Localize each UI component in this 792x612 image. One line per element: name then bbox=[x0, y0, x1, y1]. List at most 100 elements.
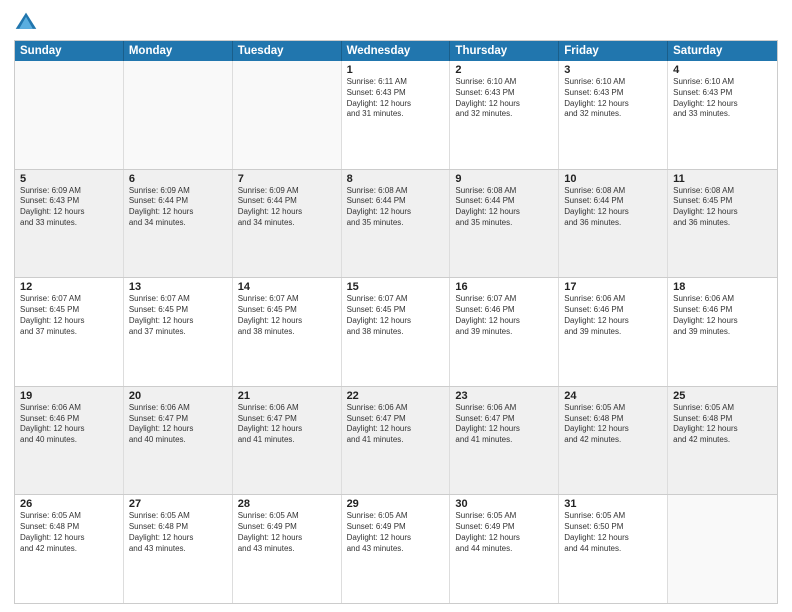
calendar-cell-empty bbox=[124, 61, 233, 169]
calendar-cell: 2Sunrise: 6:10 AM Sunset: 6:43 PM Daylig… bbox=[450, 61, 559, 169]
calendar-cell: 7Sunrise: 6:09 AM Sunset: 6:44 PM Daylig… bbox=[233, 170, 342, 278]
calendar-week-row: 5Sunrise: 6:09 AM Sunset: 6:43 PM Daylig… bbox=[15, 169, 777, 278]
day-info: Sunrise: 6:05 AM Sunset: 6:49 PM Dayligh… bbox=[455, 511, 553, 554]
day-info: Sunrise: 6:08 AM Sunset: 6:45 PM Dayligh… bbox=[673, 186, 772, 229]
calendar-cell: 9Sunrise: 6:08 AM Sunset: 6:44 PM Daylig… bbox=[450, 170, 559, 278]
day-info: Sunrise: 6:05 AM Sunset: 6:48 PM Dayligh… bbox=[20, 511, 118, 554]
calendar-cell: 25Sunrise: 6:05 AM Sunset: 6:48 PM Dayli… bbox=[668, 387, 777, 495]
day-info: Sunrise: 6:10 AM Sunset: 6:43 PM Dayligh… bbox=[564, 77, 662, 120]
calendar-header-cell: Wednesday bbox=[342, 41, 451, 61]
day-number: 18 bbox=[673, 281, 772, 293]
day-info: Sunrise: 6:08 AM Sunset: 6:44 PM Dayligh… bbox=[455, 186, 553, 229]
day-number: 16 bbox=[455, 281, 553, 293]
day-number: 10 bbox=[564, 173, 662, 185]
calendar-cell: 4Sunrise: 6:10 AM Sunset: 6:43 PM Daylig… bbox=[668, 61, 777, 169]
calendar-cell: 8Sunrise: 6:08 AM Sunset: 6:44 PM Daylig… bbox=[342, 170, 451, 278]
day-number: 30 bbox=[455, 498, 553, 510]
calendar-cell: 16Sunrise: 6:07 AM Sunset: 6:46 PM Dayli… bbox=[450, 278, 559, 386]
day-number: 24 bbox=[564, 390, 662, 402]
day-info: Sunrise: 6:06 AM Sunset: 6:47 PM Dayligh… bbox=[455, 403, 553, 446]
day-info: Sunrise: 6:05 AM Sunset: 6:49 PM Dayligh… bbox=[238, 511, 336, 554]
day-number: 12 bbox=[20, 281, 118, 293]
calendar-header-cell: Tuesday bbox=[233, 41, 342, 61]
day-number: 28 bbox=[238, 498, 336, 510]
day-number: 9 bbox=[455, 173, 553, 185]
day-info: Sunrise: 6:05 AM Sunset: 6:50 PM Dayligh… bbox=[564, 511, 662, 554]
calendar-header-cell: Saturday bbox=[668, 41, 777, 61]
calendar-week-row: 26Sunrise: 6:05 AM Sunset: 6:48 PM Dayli… bbox=[15, 494, 777, 603]
day-number: 22 bbox=[347, 390, 445, 402]
calendar-week-row: 1Sunrise: 6:11 AM Sunset: 6:43 PM Daylig… bbox=[15, 61, 777, 169]
day-info: Sunrise: 6:07 AM Sunset: 6:46 PM Dayligh… bbox=[455, 294, 553, 337]
calendar-cell: 10Sunrise: 6:08 AM Sunset: 6:44 PM Dayli… bbox=[559, 170, 668, 278]
calendar-cell: 27Sunrise: 6:05 AM Sunset: 6:48 PM Dayli… bbox=[124, 495, 233, 603]
day-number: 15 bbox=[347, 281, 445, 293]
day-number: 6 bbox=[129, 173, 227, 185]
calendar-header-cell: Sunday bbox=[15, 41, 124, 61]
page: SundayMondayTuesdayWednesdayThursdayFrid… bbox=[0, 0, 792, 612]
day-info: Sunrise: 6:08 AM Sunset: 6:44 PM Dayligh… bbox=[564, 186, 662, 229]
day-number: 11 bbox=[673, 173, 772, 185]
day-info: Sunrise: 6:07 AM Sunset: 6:45 PM Dayligh… bbox=[347, 294, 445, 337]
day-info: Sunrise: 6:06 AM Sunset: 6:46 PM Dayligh… bbox=[673, 294, 772, 337]
calendar-cell: 13Sunrise: 6:07 AM Sunset: 6:45 PM Dayli… bbox=[124, 278, 233, 386]
calendar-cell: 14Sunrise: 6:07 AM Sunset: 6:45 PM Dayli… bbox=[233, 278, 342, 386]
day-number: 14 bbox=[238, 281, 336, 293]
day-number: 20 bbox=[129, 390, 227, 402]
day-info: Sunrise: 6:11 AM Sunset: 6:43 PM Dayligh… bbox=[347, 77, 445, 120]
day-info: Sunrise: 6:10 AM Sunset: 6:43 PM Dayligh… bbox=[673, 77, 772, 120]
day-info: Sunrise: 6:06 AM Sunset: 6:46 PM Dayligh… bbox=[20, 403, 118, 446]
day-number: 31 bbox=[564, 498, 662, 510]
day-number: 25 bbox=[673, 390, 772, 402]
day-info: Sunrise: 6:05 AM Sunset: 6:48 PM Dayligh… bbox=[673, 403, 772, 446]
day-number: 29 bbox=[347, 498, 445, 510]
day-info: Sunrise: 6:07 AM Sunset: 6:45 PM Dayligh… bbox=[129, 294, 227, 337]
day-number: 26 bbox=[20, 498, 118, 510]
calendar-cell: 15Sunrise: 6:07 AM Sunset: 6:45 PM Dayli… bbox=[342, 278, 451, 386]
calendar-cell: 18Sunrise: 6:06 AM Sunset: 6:46 PM Dayli… bbox=[668, 278, 777, 386]
day-info: Sunrise: 6:06 AM Sunset: 6:47 PM Dayligh… bbox=[238, 403, 336, 446]
day-number: 4 bbox=[673, 64, 772, 76]
calendar-cell: 20Sunrise: 6:06 AM Sunset: 6:47 PM Dayli… bbox=[124, 387, 233, 495]
calendar-body: 1Sunrise: 6:11 AM Sunset: 6:43 PM Daylig… bbox=[15, 61, 777, 603]
day-info: Sunrise: 6:08 AM Sunset: 6:44 PM Dayligh… bbox=[347, 186, 445, 229]
calendar-cell-empty bbox=[233, 61, 342, 169]
day-number: 2 bbox=[455, 64, 553, 76]
day-info: Sunrise: 6:10 AM Sunset: 6:43 PM Dayligh… bbox=[455, 77, 553, 120]
day-info: Sunrise: 6:06 AM Sunset: 6:47 PM Dayligh… bbox=[347, 403, 445, 446]
calendar: SundayMondayTuesdayWednesdayThursdayFrid… bbox=[14, 40, 778, 604]
calendar-cell-empty bbox=[668, 495, 777, 603]
day-info: Sunrise: 6:06 AM Sunset: 6:46 PM Dayligh… bbox=[564, 294, 662, 337]
calendar-cell: 5Sunrise: 6:09 AM Sunset: 6:43 PM Daylig… bbox=[15, 170, 124, 278]
calendar-cell: 26Sunrise: 6:05 AM Sunset: 6:48 PM Dayli… bbox=[15, 495, 124, 603]
calendar-cell-empty bbox=[15, 61, 124, 169]
calendar-cell: 30Sunrise: 6:05 AM Sunset: 6:49 PM Dayli… bbox=[450, 495, 559, 603]
day-number: 19 bbox=[20, 390, 118, 402]
logo-icon bbox=[14, 10, 38, 34]
calendar-week-row: 19Sunrise: 6:06 AM Sunset: 6:46 PM Dayli… bbox=[15, 386, 777, 495]
calendar-header-row: SundayMondayTuesdayWednesdayThursdayFrid… bbox=[15, 41, 777, 61]
calendar-cell: 3Sunrise: 6:10 AM Sunset: 6:43 PM Daylig… bbox=[559, 61, 668, 169]
day-number: 3 bbox=[564, 64, 662, 76]
day-info: Sunrise: 6:06 AM Sunset: 6:47 PM Dayligh… bbox=[129, 403, 227, 446]
day-number: 21 bbox=[238, 390, 336, 402]
calendar-cell: 29Sunrise: 6:05 AM Sunset: 6:49 PM Dayli… bbox=[342, 495, 451, 603]
header bbox=[14, 10, 778, 34]
day-info: Sunrise: 6:09 AM Sunset: 6:44 PM Dayligh… bbox=[238, 186, 336, 229]
calendar-cell: 19Sunrise: 6:06 AM Sunset: 6:46 PM Dayli… bbox=[15, 387, 124, 495]
calendar-header-cell: Thursday bbox=[450, 41, 559, 61]
day-info: Sunrise: 6:09 AM Sunset: 6:44 PM Dayligh… bbox=[129, 186, 227, 229]
day-number: 23 bbox=[455, 390, 553, 402]
calendar-cell: 22Sunrise: 6:06 AM Sunset: 6:47 PM Dayli… bbox=[342, 387, 451, 495]
calendar-cell: 6Sunrise: 6:09 AM Sunset: 6:44 PM Daylig… bbox=[124, 170, 233, 278]
day-number: 13 bbox=[129, 281, 227, 293]
calendar-header-cell: Friday bbox=[559, 41, 668, 61]
day-info: Sunrise: 6:05 AM Sunset: 6:48 PM Dayligh… bbox=[129, 511, 227, 554]
day-info: Sunrise: 6:05 AM Sunset: 6:48 PM Dayligh… bbox=[564, 403, 662, 446]
calendar-cell: 1Sunrise: 6:11 AM Sunset: 6:43 PM Daylig… bbox=[342, 61, 451, 169]
day-info: Sunrise: 6:05 AM Sunset: 6:49 PM Dayligh… bbox=[347, 511, 445, 554]
calendar-cell: 17Sunrise: 6:06 AM Sunset: 6:46 PM Dayli… bbox=[559, 278, 668, 386]
day-number: 7 bbox=[238, 173, 336, 185]
day-number: 17 bbox=[564, 281, 662, 293]
day-info: Sunrise: 6:07 AM Sunset: 6:45 PM Dayligh… bbox=[238, 294, 336, 337]
